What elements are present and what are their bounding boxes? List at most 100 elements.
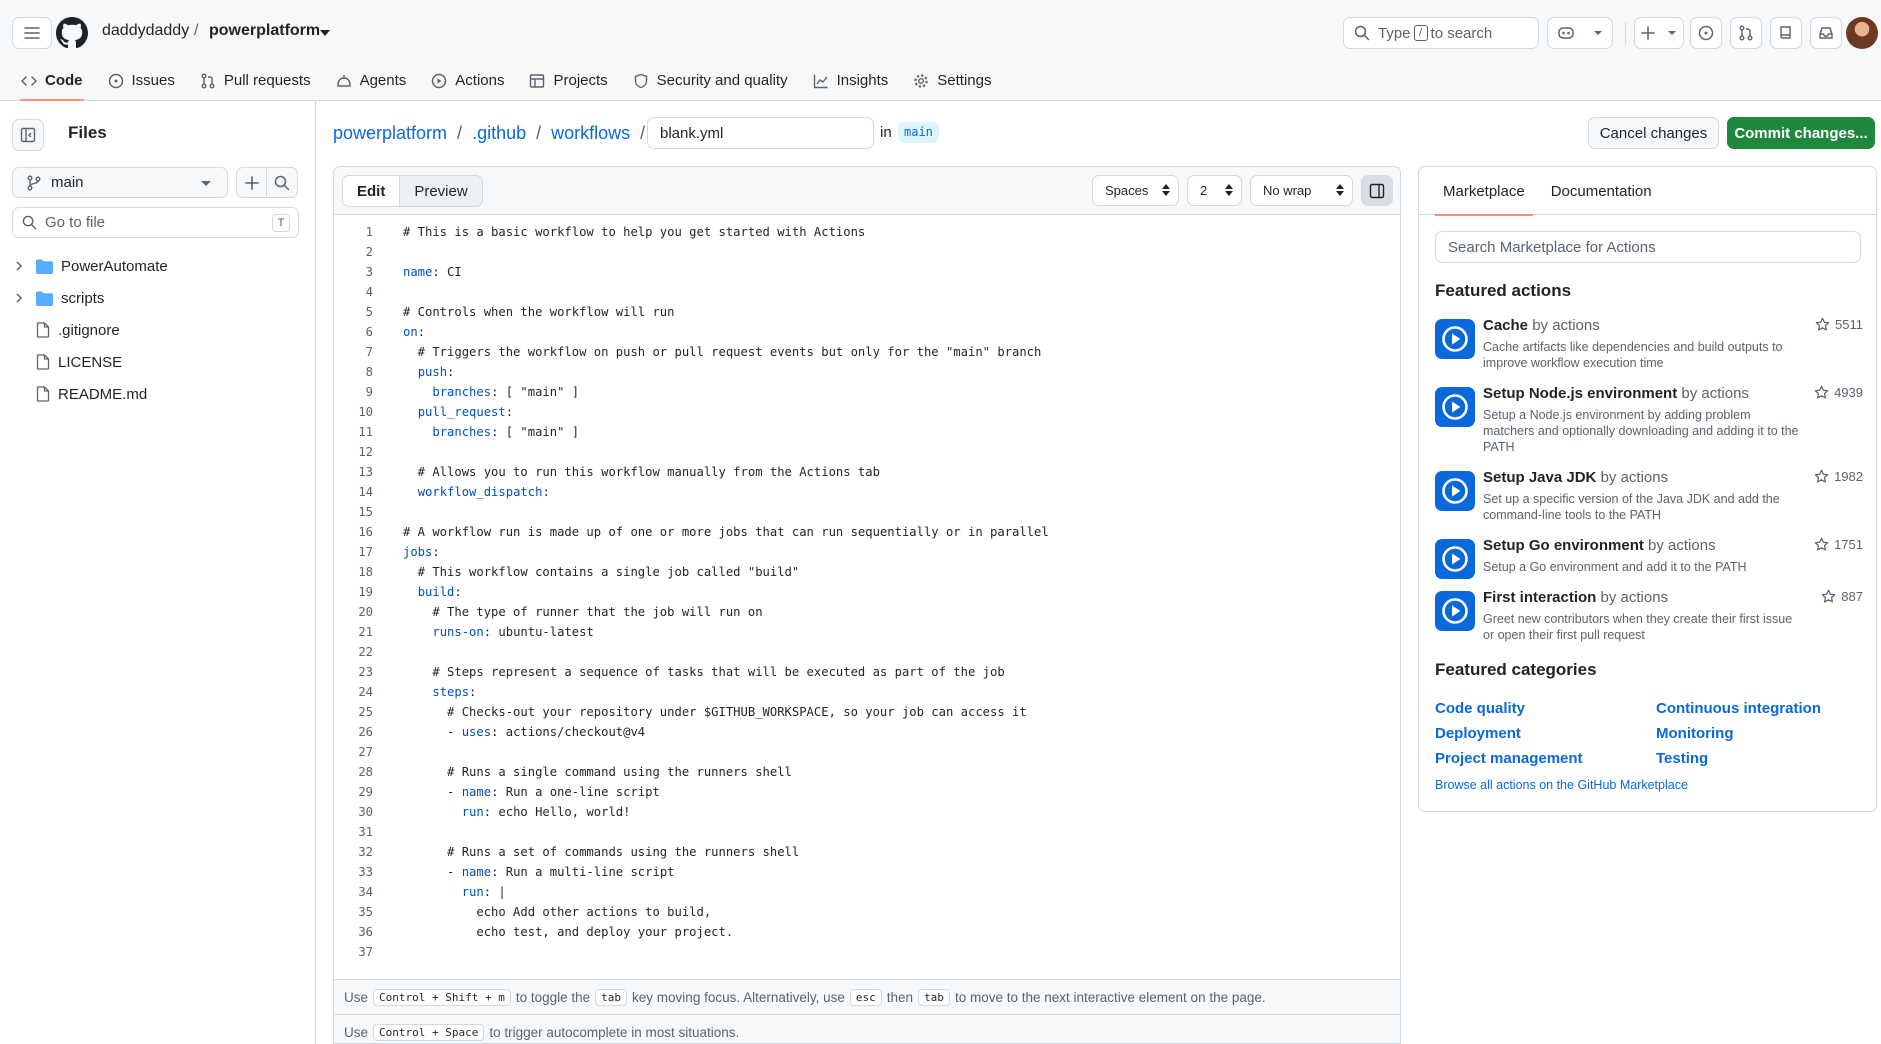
action-item[interactable]: First interaction by actions Greet new c… <box>1435 589 1863 642</box>
code-line[interactable]: 36 echo test, and deploy your project. <box>334 922 1400 942</box>
tab-insights[interactable]: Insights <box>804 60 898 101</box>
menu-button[interactable] <box>12 17 52 49</box>
line-content[interactable]: build: <box>403 585 462 599</box>
commit-changes-button[interactable]: Commit changes... <box>1727 117 1875 149</box>
repo-caret-down-icon[interactable] <box>320 30 330 36</box>
action-title[interactable]: Cache by actions <box>1483 317 1600 334</box>
category-link[interactable]: Deployment <box>1435 725 1521 742</box>
line-content[interactable]: - name: Run a one-line script <box>403 785 660 799</box>
code-line[interactable]: 26 - uses: actions/checkout@v4 <box>334 722 1400 742</box>
path-segment[interactable]: workflows <box>551 123 630 144</box>
tab-code[interactable]: Code <box>12 60 92 101</box>
code-line[interactable]: 5 # Controls when the workflow will run <box>334 302 1400 322</box>
code-line[interactable]: 9 branches: [ "main" ] <box>334 382 1400 402</box>
path-segment[interactable]: powerplatform <box>333 123 447 144</box>
code-line[interactable]: 28 # Runs a single command using the run… <box>334 762 1400 782</box>
code-line[interactable]: 19 build: <box>334 582 1400 602</box>
breadcrumb-owner[interactable]: daddydaddy <box>102 22 189 40</box>
tab-settings[interactable]: Settings <box>904 60 1000 101</box>
code-line[interactable]: 15 <box>334 502 1400 522</box>
code-line[interactable]: 18 # This workflow contains a single job… <box>334 562 1400 582</box>
action-title[interactable]: First interaction by actions <box>1483 589 1668 606</box>
code-line[interactable]: 35 echo Add other actions to build, <box>334 902 1400 922</box>
category-link[interactable]: Code quality <box>1435 700 1525 717</box>
indent-mode-select[interactable]: Spaces <box>1092 175 1179 206</box>
user-avatar[interactable] <box>1846 17 1878 49</box>
line-content[interactable]: echo test, and deploy your project. <box>403 925 733 939</box>
collapse-sidebar-button[interactable] <box>12 119 44 151</box>
line-content[interactable]: run: | <box>403 885 506 899</box>
code-line[interactable]: 27 <box>334 742 1400 762</box>
category-link[interactable]: Monitoring <box>1656 725 1733 742</box>
action-title[interactable]: Setup Java JDK by actions <box>1483 469 1668 486</box>
chevron-right-icon[interactable] <box>15 293 23 303</box>
action-item[interactable]: Setup Node.js environment by actions Set… <box>1435 385 1863 454</box>
line-content[interactable]: steps: <box>403 685 476 699</box>
wrap-mode-select[interactable]: No wrap <box>1250 175 1353 206</box>
code-line[interactable]: 37 <box>334 942 1400 962</box>
go-to-file-input[interactable]: Go to file T <box>12 207 299 238</box>
code-lines[interactable]: 1 # This is a basic workflow to help you … <box>334 222 1400 962</box>
line-content[interactable]: # Checks-out your repository under $GITH… <box>403 705 1027 719</box>
code-line[interactable]: 16 # A workflow run is made up of one or … <box>334 522 1400 542</box>
code-line[interactable]: 7 # Triggers the workflow on push or pul… <box>334 342 1400 362</box>
line-content[interactable]: # Steps represent a sequence of tasks th… <box>403 665 1004 679</box>
code-line[interactable]: 12 <box>334 442 1400 462</box>
line-content[interactable]: branches: [ "main" ] <box>403 425 579 439</box>
search-files-button[interactable] <box>267 167 298 198</box>
action-item[interactable]: Setup Java JDK by actions Set up a speci… <box>1435 469 1863 522</box>
line-content[interactable]: - uses: actions/checkout@v4 <box>403 725 645 739</box>
chevron-right-icon[interactable] <box>15 261 23 271</box>
code-line[interactable]: 32 # Runs a set of commands using the ru… <box>334 842 1400 862</box>
code-line[interactable]: 2 <box>334 242 1400 262</box>
code-line[interactable]: 25 # Checks-out your repository under $G… <box>334 702 1400 722</box>
code-line[interactable]: 23 # Steps represent a sequence of tasks… <box>334 662 1400 682</box>
line-content[interactable]: run: echo Hello, world! <box>403 805 631 819</box>
tree-item-folder[interactable]: scripts <box>12 282 302 314</box>
category-link[interactable]: Project management <box>1435 750 1583 767</box>
code-line[interactable]: 6 on: <box>334 322 1400 342</box>
filename-input[interactable]: blank.yml <box>647 117 874 149</box>
code-line[interactable]: 8 push: <box>334 362 1400 382</box>
code-line[interactable]: 24 steps: <box>334 682 1400 702</box>
code-line[interactable]: 1 # This is a basic workflow to help you … <box>334 222 1400 242</box>
line-content[interactable]: branches: [ "main" ] <box>403 385 579 399</box>
action-title[interactable]: Setup Go environment by actions <box>1483 537 1716 554</box>
tab-marketplace[interactable]: Marketplace <box>1435 167 1533 216</box>
code-line[interactable]: 30 run: echo Hello, world! <box>334 802 1400 822</box>
code-line[interactable]: 4 <box>334 282 1400 302</box>
code-line[interactable]: 17 jobs: <box>334 542 1400 562</box>
browse-marketplace-link[interactable]: Browse all actions on the GitHub Marketp… <box>1435 778 1688 792</box>
line-content[interactable]: # Runs a single command using the runner… <box>403 765 792 779</box>
tab-projects[interactable]: Projects <box>520 60 616 101</box>
tab-preview[interactable]: Preview <box>400 176 481 206</box>
code-line[interactable]: 3 name: CI <box>334 262 1400 282</box>
branch-selector[interactable]: main <box>12 167 228 198</box>
tree-item-file[interactable]: LICENSE <box>12 346 302 378</box>
action-title[interactable]: Setup Node.js environment by actions <box>1483 385 1749 402</box>
tab-pull-requests[interactable]: Pull requests <box>191 60 320 101</box>
action-item[interactable]: Setup Go environment by actions Setup a … <box>1435 537 1863 581</box>
global-search-input[interactable]: Type / to search <box>1343 17 1539 49</box>
github-logo-icon[interactable] <box>56 17 88 49</box>
category-link[interactable]: Continuous integration <box>1656 700 1821 717</box>
line-content[interactable]: # Controls when the workflow will run <box>403 305 675 319</box>
code-line[interactable]: 33 - name: Run a multi-line script <box>334 862 1400 882</box>
tree-item-folder[interactable]: PowerAutomate <box>12 250 302 282</box>
line-content[interactable]: # This workflow contains a single job ca… <box>403 565 800 579</box>
toggle-side-panel-button[interactable] <box>1361 175 1393 206</box>
code-line[interactable]: 21 runs-on: ubuntu-latest <box>334 622 1400 642</box>
category-link[interactable]: Testing <box>1656 750 1708 767</box>
line-content[interactable]: - name: Run a multi-line script <box>403 865 674 879</box>
repositories-button[interactable] <box>1770 17 1802 49</box>
tab-actions[interactable]: Actions <box>422 60 513 101</box>
tab-issues[interactable]: Issues <box>99 60 184 101</box>
line-content[interactable]: echo Add other actions to build, <box>403 905 711 919</box>
path-segment[interactable]: .github <box>472 123 526 144</box>
pull-requests-button[interactable] <box>1730 17 1762 49</box>
line-content[interactable]: # The type of runner that the job will r… <box>403 605 762 619</box>
notifications-button[interactable] <box>1810 17 1842 49</box>
code-line[interactable]: 34 run: | <box>334 882 1400 902</box>
code-line[interactable]: 29 - name: Run a one-line script <box>334 782 1400 802</box>
code-line[interactable]: 13 # Allows you to run this workflow man… <box>334 462 1400 482</box>
